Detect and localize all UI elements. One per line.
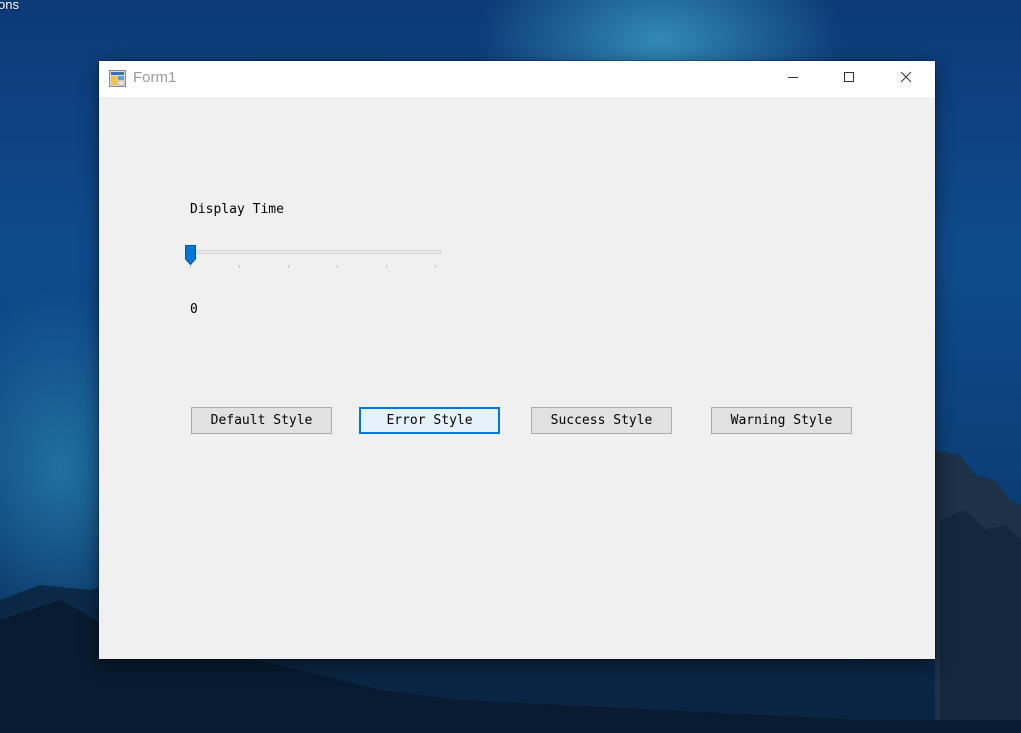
desktop-icon-label[interactable]: ons	[0, 0, 19, 12]
success-style-button[interactable]: Success Style	[531, 407, 672, 434]
trackbar-thumb[interactable]	[185, 245, 196, 265]
window-title: Form1	[133, 69, 177, 86]
minimize-icon	[788, 77, 798, 78]
title-bar[interactable]: Form1	[99, 61, 935, 97]
trackbar-rail	[189, 250, 441, 254]
error-style-button[interactable]: Error Style	[359, 407, 500, 434]
trackbar-tick	[386, 265, 387, 268]
default-style-button[interactable]: Default Style	[191, 407, 332, 434]
display-time-trackbar[interactable]	[185, 243, 445, 269]
close-icon	[900, 71, 912, 83]
trackbar-tick	[288, 265, 289, 268]
trackbar-tick	[337, 265, 338, 268]
close-button[interactable]	[883, 61, 929, 93]
trackbar-tick	[435, 265, 436, 268]
display-time-value: 0	[190, 302, 198, 317]
form1-window: Form1 Display Time 0 Default Style Error…	[99, 61, 935, 659]
warning-style-button[interactable]: Warning Style	[711, 407, 852, 434]
trackbar-tick	[239, 265, 240, 268]
maximize-icon	[844, 72, 854, 82]
winforms-app-icon	[109, 70, 126, 87]
display-time-label: Display Time	[190, 202, 284, 217]
minimize-button[interactable]	[770, 61, 816, 93]
trackbar-tick	[190, 265, 191, 268]
maximize-button[interactable]	[826, 61, 872, 93]
